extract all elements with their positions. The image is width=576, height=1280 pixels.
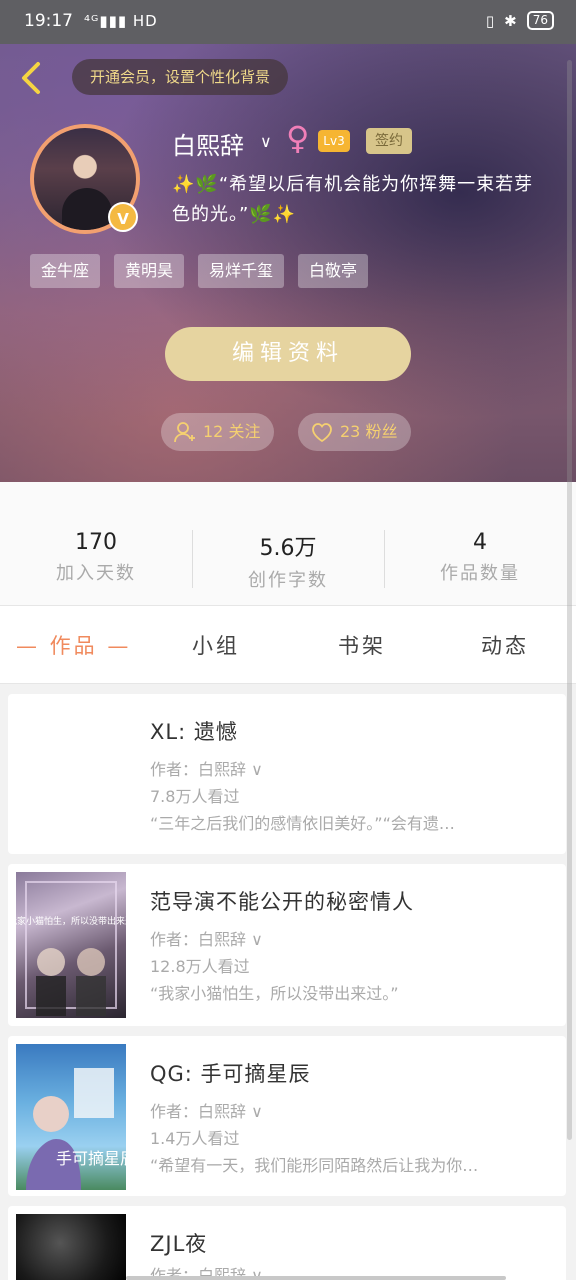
tab-group[interactable]: 小组 [192,630,240,660]
stat-join-days: 170 加入天数 [0,530,192,585]
scrollbar[interactable] [567,60,572,1140]
vip-background-prompt[interactable]: 开通会员，设置个性化背景 [72,59,289,95]
stat-value: 5.6万 [259,536,317,561]
tag-item[interactable]: 金牛座 [30,254,101,288]
network-indicator: ⁴ᴳ▮▮▮ HD [84,12,158,30]
following-count: 12 关注 [203,422,261,441]
gesture-nav-bar[interactable] [126,1276,506,1280]
status-icons: ▯ ✱ 76 [486,11,554,30]
interest-tags: 金牛座 黄明昊 易烊千玺 白敬亭 [30,254,369,288]
work-cover-image: “我家小猫怕生，所以没带出来过” [16,872,126,1018]
cover-text: “我家小猫怕生，所以没带出来过” [16,915,126,927]
stat-label: 作品数量 [440,563,520,584]
work-views: 1.4万人看过 [150,1129,240,1148]
work-views: 7.8万人看过 [150,787,240,806]
edit-profile-button[interactable]: 编辑资料 [165,327,411,381]
add-user-icon [174,422,195,443]
work-author[interactable]: 作者：白熙辞 ∨ [150,926,263,950]
cover-title-text: 手可摘星辰 [56,1149,126,1168]
work-cover-image [16,1214,126,1280]
vibrate-icon: ▯ [485,11,495,30]
work-author[interactable]: 作者：白熙辞 ∨ [150,756,263,780]
profile-tabs: — 作品 — 小组 书架 动态 [0,606,576,684]
stat-value: 4 [473,530,487,555]
work-title: 范导演不能公开的秘密情人 [150,890,414,914]
work-excerpt: “三年之后我们的感情依旧美好。”“会有遗… [150,814,455,833]
signed-badge: 签约 [366,128,412,154]
fans-count: 23 粉丝 [340,422,398,441]
stat-works-count: 4 作品数量 [384,530,576,585]
work-card[interactable]: XL: 遗憾 作者：白熙辞 ∨ 7.8万人看过 “三年之后我们的感情依旧美好。”… [8,694,566,854]
tab-works[interactable]: — 作品 — [16,630,131,660]
username[interactable]: 白熙辞 [172,126,244,161]
female-gender-icon: ♀ [286,119,310,157]
work-views: 12.8万人看过 [150,957,250,976]
work-card[interactable]: 手可摘星辰 QG: 手可摘星辰 作者：白熙辞 ∨ 1.4万人看过 “希望有一天，… [8,1036,566,1196]
bluetooth-icon: ✱ [504,11,517,30]
stat-value: 170 [75,530,117,555]
status-bar: 19:17 ⁴ᴳ▮▮▮ HD ▯ ✱ 76 [0,0,576,44]
fans-button[interactable]: 23 粉丝 [298,413,412,451]
work-card[interactable]: ZJL夜 作者：白熙辞 ∨ [8,1206,566,1280]
stat-label: 加入天数 [56,563,136,584]
tag-item[interactable]: 黄明昊 [114,254,185,288]
tab-activity[interactable]: 动态 [481,630,529,660]
tag-item[interactable]: 白敬亭 [298,254,369,288]
status-time: 19:17 [24,11,73,31]
work-excerpt: “我家小猫怕生，所以没带出来过。” [150,984,399,1003]
stat-label: 创作字数 [248,570,328,591]
username-dropdown-icon[interactable]: ∨ [260,132,272,151]
back-chevron-icon[interactable] [16,58,48,98]
stats-bar: 170 加入天数 5.6万 创作字数 4 作品数量 [0,482,576,606]
tab-bookshelf[interactable]: 书架 [338,630,386,660]
level-badge: Lv3 [318,130,350,152]
work-author[interactable]: 作者：白熙辞 ∨ [150,1098,263,1122]
following-button[interactable]: 12 关注 [161,413,275,451]
heart-icon [312,423,332,443]
work-title: QG: 手可摘星辰 [150,1062,311,1086]
work-cover-image: 手可摘星辰 [16,1044,126,1190]
stat-word-count: 5.6万 创作字数 [192,530,384,592]
work-card[interactable]: “我家小猫怕生，所以没带出来过” 范导演不能公开的秘密情人 作者：白熙辞 ∨ 1… [8,864,566,1026]
tag-item[interactable]: 易烊千玺 [198,254,285,288]
bio-text: ✨🌿“希望以后有机会能为你挥舞一束若芽色的光。”🌿✨ [172,174,534,225]
work-title: XL: 遗憾 [150,720,238,744]
verified-v-icon: V [108,202,138,232]
profile-header: 19:17 ⁴ᴳ▮▮▮ HD ▯ ✱ 76 开通会员，设置个性化背景 V 白熙辞… [0,0,576,482]
work-title: ZJL夜 [150,1232,208,1256]
work-excerpt: “希望有一天，我们能形同陌路然后让我为你… [150,1156,479,1175]
battery-icon: 76 [526,11,554,30]
